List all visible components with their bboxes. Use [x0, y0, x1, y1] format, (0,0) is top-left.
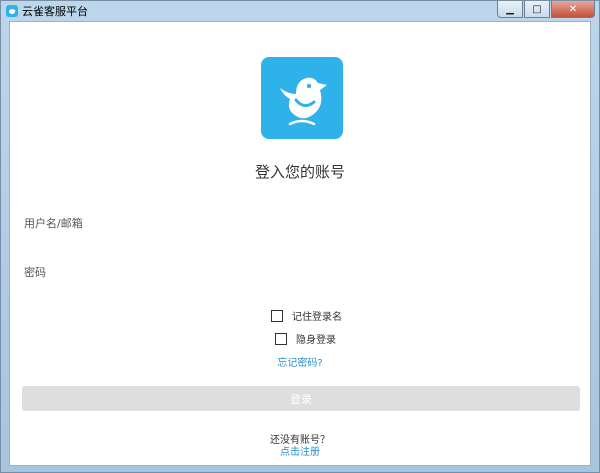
remember-checkbox[interactable] — [271, 309, 283, 322]
bird-logo-icon — [261, 57, 343, 139]
window-controls: ▁ □ ✕ — [497, 1, 595, 18]
close-icon: ✕ — [568, 3, 578, 15]
maximize-icon: □ — [532, 3, 542, 15]
title-bar[interactable]: 云雀客服平台 ▁ □ ✕ — [1, 1, 599, 21]
minimize-icon: ▁ — [506, 3, 514, 15]
register-link[interactable]: 点击注册 — [10, 443, 590, 458]
app-bird-icon — [6, 5, 18, 17]
stealth-label: 隐身登录 — [296, 335, 336, 346]
minimize-button[interactable]: ▁ — [497, 1, 523, 18]
stealth-checkbox[interactable] — [275, 332, 287, 345]
remember-username-option[interactable]: 记住登录名 — [271, 308, 342, 323]
login-window: 云雀客服平台 ▁ □ ✕ 登入您的账号 记住登录名 隐身登录 忘记密码? — [0, 0, 600, 473]
login-button[interactable]: 登录 — [22, 386, 580, 411]
login-panel: 登入您的账号 记住登录名 隐身登录 忘记密码? 登录 还没有账号？ 点击注册 — [9, 21, 591, 466]
stealth-login-option[interactable]: 隐身登录 — [275, 331, 336, 346]
remember-label: 记住登录名 — [292, 312, 342, 323]
close-button[interactable]: ✕ — [551, 1, 595, 18]
login-heading: 登入您的账号 — [254, 163, 345, 181]
username-input[interactable] — [24, 215, 580, 231]
maximize-button[interactable]: □ — [524, 1, 550, 18]
forgot-password-link[interactable]: 忘记密码? — [10, 354, 590, 369]
window-title: 云雀客服平台 — [22, 5, 88, 18]
password-input[interactable] — [24, 264, 580, 280]
